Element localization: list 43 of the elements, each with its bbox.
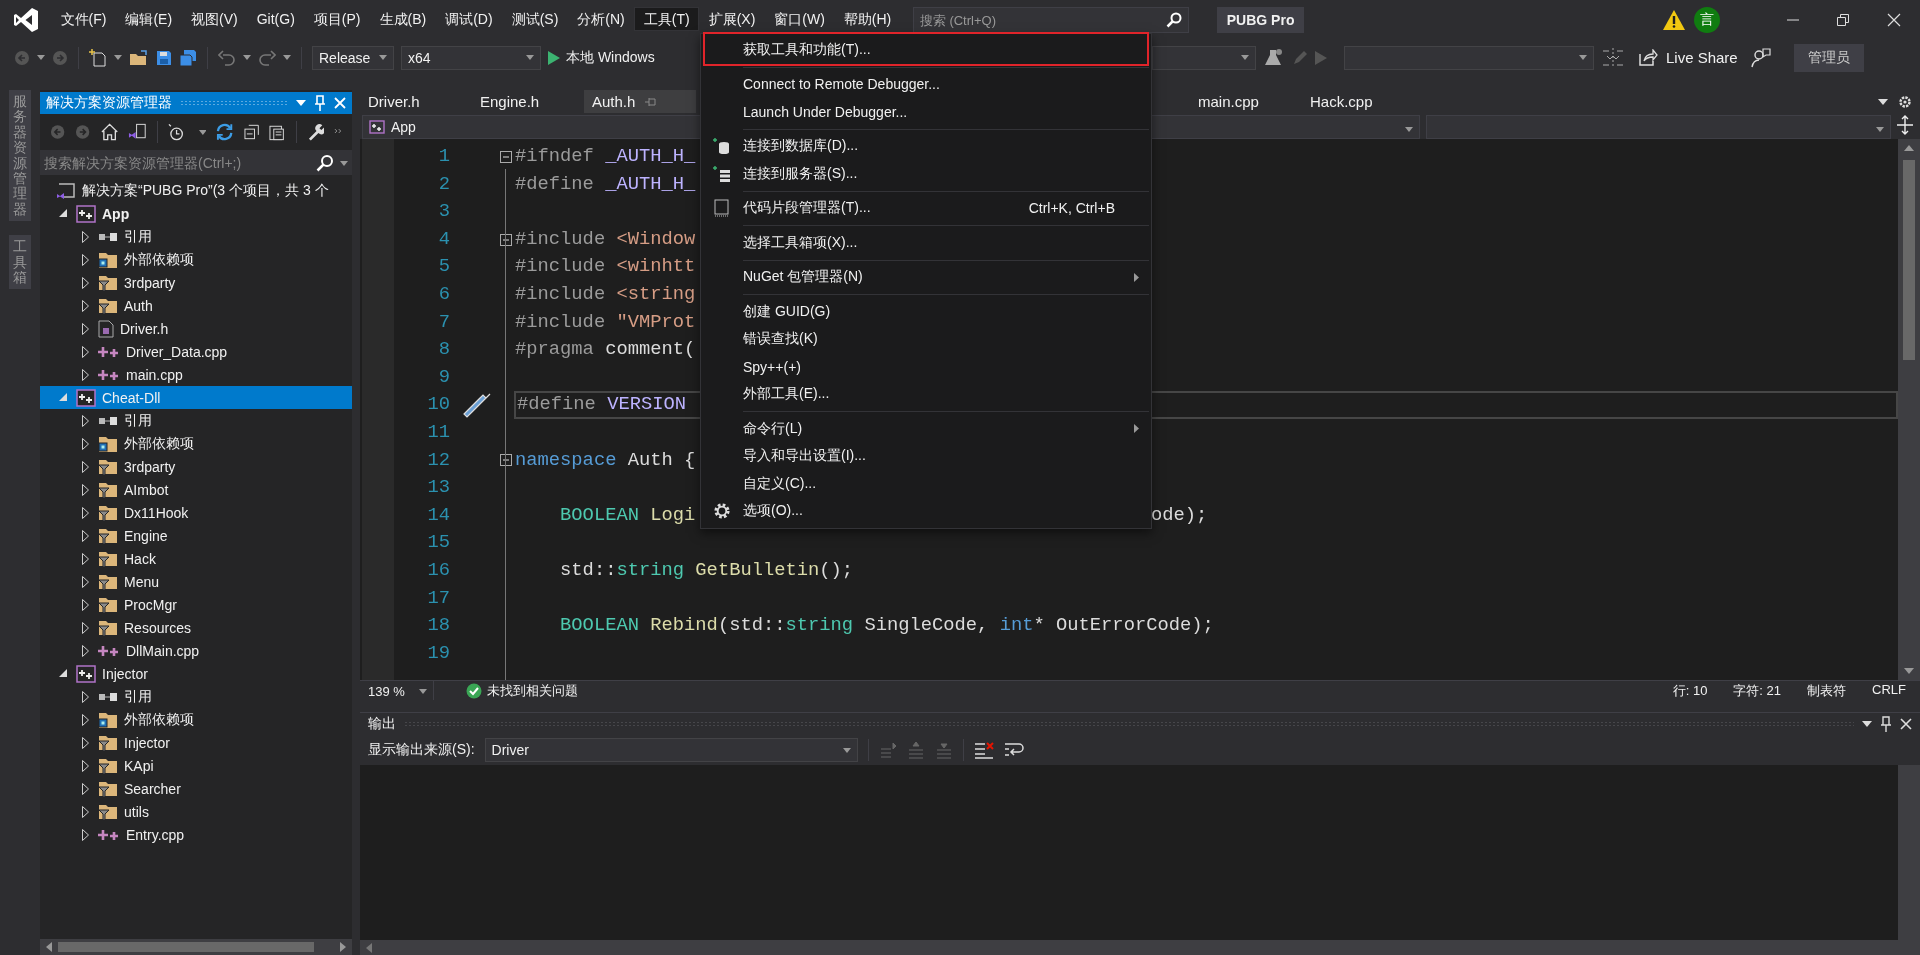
code-line: #include <string — [515, 282, 696, 305]
line-number: 7 — [437, 309, 450, 335]
line-number: 3 — [437, 199, 450, 225]
line-number: 19 — [426, 640, 450, 666]
code-line: namespace Auth { — [515, 448, 696, 471]
line-number: 14 — [426, 502, 450, 528]
code-line: #include "VMProt — [515, 310, 696, 333]
dropdown-value: Driver — [491, 742, 529, 758]
code-line: #define _AUTH_H_ — [515, 172, 696, 195]
line-number: 17 — [426, 585, 450, 611]
line-number: 12 — [426, 447, 450, 473]
code-line: std::string GetBulletin(); — [559, 558, 854, 581]
code-line: #include <Window — [515, 227, 696, 250]
line-number: 15 — [426, 530, 450, 556]
line-number: 9 — [437, 364, 450, 390]
column-indicator: 字符: 21 — [1733, 682, 1782, 700]
dropdown-value: x64 — [408, 49, 431, 66]
line-number: 4 — [437, 226, 450, 252]
line-number: 2 — [437, 171, 450, 197]
zoom-value: 139 % — [368, 683, 405, 699]
window-title: PUBG Pro — [1216, 7, 1305, 33]
code-line: BOOLEAN Logi — [559, 503, 696, 526]
code-line: #include <winhtt — [515, 255, 696, 278]
field-label: 显示输出来源(S): — [368, 741, 475, 759]
line-number: 11 — [426, 419, 450, 445]
code-line: #ifndef _AUTH_H_ — [515, 145, 696, 167]
line-indicator: 行: 10 — [1672, 682, 1708, 700]
shortcut-text: Ctrl+K, Ctrl+B — [1028, 200, 1115, 217]
line-number: 10 — [426, 392, 450, 418]
line-number: 16 — [426, 557, 450, 583]
line-number: 18 — [426, 613, 450, 639]
line-number: 13 — [426, 475, 450, 501]
code-line: #define VERSION — [517, 393, 687, 416]
panel-title: 输出 — [368, 715, 396, 733]
line-number: 8 — [437, 337, 450, 363]
line-number: 1 — [437, 144, 450, 169]
code-line: ode); — [1151, 502, 1208, 528]
panel-title: 解决方案资源管理器 — [46, 94, 172, 112]
line-number: 5 — [437, 254, 450, 280]
dropdown-value: Release — [319, 49, 371, 66]
code-line: #pragma comment( — [515, 338, 696, 361]
code-line: BOOLEAN Rebind(std::string SingleCode, int* OutErrorCode); — [559, 614, 1214, 637]
line-number: 6 — [437, 281, 450, 307]
